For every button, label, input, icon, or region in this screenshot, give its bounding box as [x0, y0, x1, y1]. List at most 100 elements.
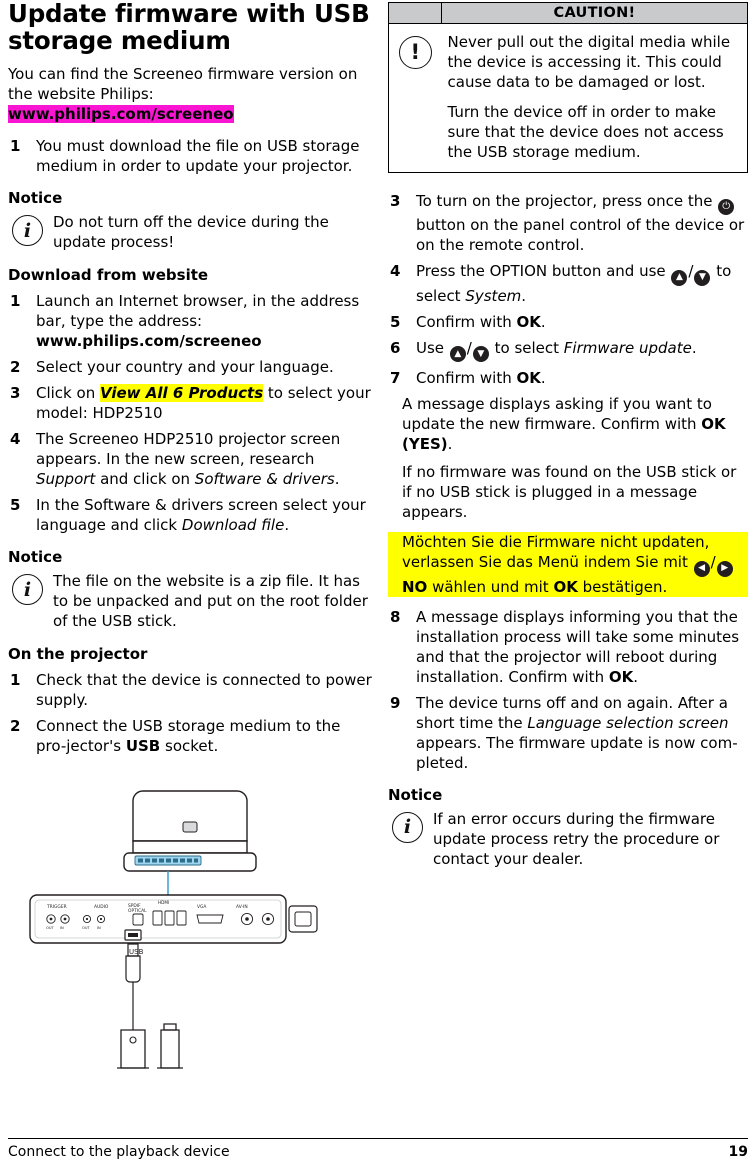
svg-text:IN: IN	[97, 926, 101, 930]
caution-header-row: CAUTION!	[388, 2, 748, 24]
list-item: 3 To turn on the projector, press once t…	[388, 191, 748, 255]
ok-label: OK	[516, 369, 541, 387]
key-separator: /	[688, 262, 694, 280]
top-steps-list: 1 You must download the file on USB stor…	[8, 136, 372, 176]
firmware-confirm-message: A message displays asking if you want to…	[388, 394, 748, 454]
view-all-products-highlight[interactable]: View All 6 Products	[99, 384, 264, 402]
list-item: 7 Confirm with OK.	[388, 368, 748, 388]
step-text-tail: .	[540, 369, 546, 387]
notice-text-2: The file on the website is a zip file. I…	[53, 572, 368, 630]
list-item: 4 The Screeneo HDP2510 projector screen …	[8, 429, 372, 489]
list-item: 1 You must download the file on USB stor…	[8, 136, 372, 176]
no-label: NO	[402, 577, 428, 596]
svg-text:AUDIO: AUDIO	[94, 904, 109, 910]
step-text-mid: and click on	[95, 470, 195, 488]
left-key-icon[interactable]: ◀	[693, 560, 710, 577]
notice-box-right: i If an error occurs during the firmware…	[388, 809, 748, 869]
step-number: 6	[390, 338, 401, 357]
step-number: 5	[390, 312, 401, 331]
footer-chapter-title: Connect to the playback device	[8, 1144, 230, 1160]
no-firmware-message: If no firmware was found on the USB stic…	[402, 463, 737, 521]
notice-text-1: Do not turn off the device during the up…	[53, 213, 329, 251]
left-column: Update firmware with USB storage medium …	[8, 0, 372, 1078]
philips-url-highlight[interactable]: www.philips.com/screeneo	[8, 105, 234, 123]
step-text: Launch an Internet browser, in the addre…	[36, 292, 360, 330]
caution-paragraph-1: Never pull out the digital media while t…	[447, 33, 731, 91]
step-text: You must download the file on USB storag…	[36, 137, 360, 175]
step-text: Press the OPTION button and use	[416, 262, 671, 280]
german-message-mid: wählen und mit	[427, 577, 554, 596]
on-the-projector-heading: On the projector	[8, 645, 148, 663]
list-item: 5 In the Software & drivers screen selec…	[8, 495, 372, 535]
info-icon: i	[12, 215, 43, 246]
system-label: System	[465, 286, 522, 305]
caution-icon-cell: !	[388, 23, 442, 173]
page-title: Update firmware with USB storage medium	[8, 0, 370, 55]
download-steps-list: 1 Launch an Internet browser, in the add…	[8, 291, 372, 535]
figure-svg: TRIGGER AUDIO SPDIF OPTICAL HDMI VGA AV-…	[29, 790, 318, 1069]
german-message-line1: Möchten Sie die Firmware nicht updaten, …	[402, 533, 710, 571]
right-key-icon[interactable]: ▶	[716, 560, 733, 577]
step-text-post: select	[416, 286, 466, 305]
svg-text:IN: IN	[60, 926, 64, 930]
address-value: www.philips.com/screeneo	[36, 332, 262, 350]
firmware-update-label: Firmware update	[563, 338, 692, 357]
svg-text:AV-IN: AV-IN	[236, 904, 248, 910]
download-heading: Download from website	[8, 266, 209, 284]
step-text: The Screeneo HDP2510 projector screen ap…	[36, 430, 341, 468]
list-item: 5 Confirm with OK.	[388, 312, 748, 332]
step-number: 7	[390, 369, 401, 387]
step-text-tail: button on the panel control of the devic…	[416, 216, 745, 254]
software-drivers-label: Software & drivers	[194, 470, 335, 488]
notice-heading-2: Notice	[8, 548, 63, 566]
intro-text: You can find the Screeneo firmware versi…	[8, 65, 358, 103]
list-item: 6 Use ▲ / ▼ to select Firmware update.	[388, 338, 748, 362]
step-text-tail: .	[521, 286, 527, 305]
notice-heading-right: Notice	[388, 785, 443, 804]
power-key-icon[interactable]: ⏻	[718, 199, 735, 215]
page-footer: Connect to the playback device 19	[8, 1138, 748, 1160]
svg-text:OUT: OUT	[82, 926, 90, 930]
svg-text:VGA: VGA	[197, 904, 206, 910]
step-text-tail: .	[633, 667, 638, 686]
notice-text-right: If an error occurs during the firmware u…	[433, 809, 720, 868]
step-number: 5	[10, 496, 21, 514]
step-text-tail: .	[540, 312, 546, 331]
step-text: Click on	[36, 384, 100, 402]
download-file-label: Download file	[181, 516, 285, 534]
list-item: 2 Connect the USB storage medium to the …	[8, 716, 372, 756]
list-item: 4 Press the OPTION button and use ▲ / ▼ to…	[388, 261, 748, 306]
step-text: Confirm with	[416, 312, 517, 331]
list-item: 3 Click on View All 6 Products to select…	[8, 383, 372, 423]
exclamation-icon: !	[398, 36, 432, 69]
message-tail: .	[447, 435, 453, 453]
caution-paragraph-2: Turn the device off in order to make sur…	[447, 103, 724, 161]
step-number: 2	[10, 358, 21, 376]
info-icon: i	[12, 574, 43, 605]
list-item: 1 Launch an Internet browser, in the add…	[8, 291, 372, 351]
svg-text:USB: USB	[129, 948, 144, 956]
step-text-tail: .	[691, 338, 697, 357]
projector-steps-list: 1 Check that the device is connected to …	[8, 670, 372, 756]
step-text: To turn on the projector, press once the	[416, 192, 718, 210]
notice-box-2: i The file on the website is a zip file.…	[8, 571, 372, 631]
step-text-tail: socket.	[160, 737, 219, 755]
down-key-icon[interactable]: ▼	[472, 346, 489, 362]
german-message-end: bestätigen.	[577, 577, 668, 596]
up-key-icon[interactable]: ▲	[671, 269, 688, 286]
svg-text:HDMI: HDMI	[158, 900, 169, 905]
usb-label: USB	[125, 737, 161, 755]
step-number: 1	[10, 137, 21, 155]
step-text: Confirm with	[416, 369, 517, 387]
caution-header-label: CAUTION!	[553, 5, 636, 21]
caution-body-row: ! Never pull out the digital media while…	[388, 23, 748, 173]
caution-text-cell: Never pull out the digital media while t…	[441, 23, 748, 173]
up-key-icon[interactable]: ▲	[449, 346, 466, 362]
step-number: 3	[390, 192, 401, 210]
right-steps-list-2: 8 A message displays informing you that …	[388, 607, 748, 773]
down-key-icon[interactable]: ▼	[694, 269, 711, 286]
projector-usb-figure: TRIGGER AUDIO SPDIF OPTICAL HDMI VGA AV-…	[8, 778, 372, 1078]
step-text-tail: .	[334, 470, 340, 488]
step-text-mid: appears. The firmware update is now com-…	[416, 733, 738, 772]
list-item: 2 Select your country and your language.	[8, 357, 372, 377]
